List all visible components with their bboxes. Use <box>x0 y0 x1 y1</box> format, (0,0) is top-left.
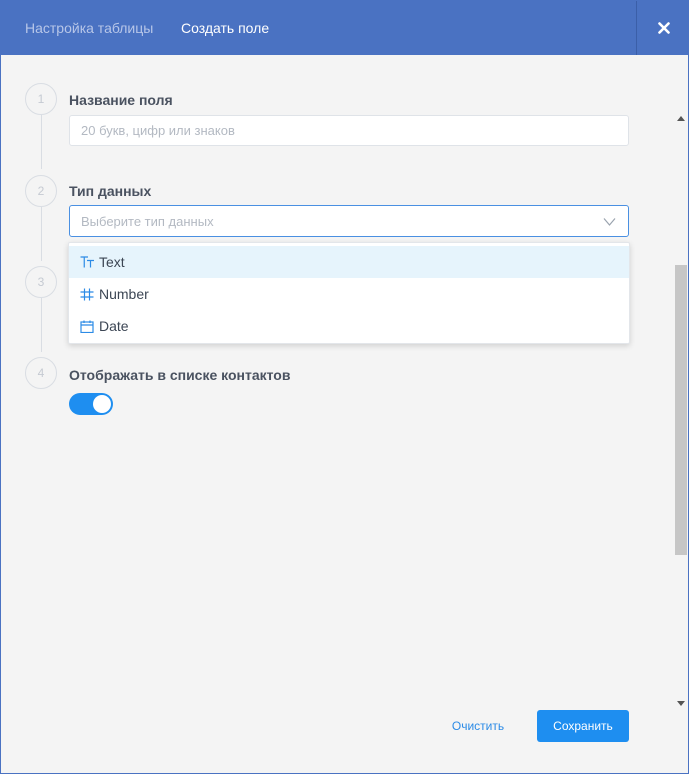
step-connector <box>41 207 42 261</box>
show-in-contacts-label: Отображать в списке контактов <box>69 367 291 383</box>
modal-dialog: Настройка таблицы Создать поле 1 Названи… <box>0 0 689 774</box>
triangle-down-icon <box>676 700 685 706</box>
data-type-dropdown: Text Number Date <box>68 242 630 344</box>
option-number-label: Number <box>99 286 149 302</box>
field-name-label: Название поля <box>69 92 173 108</box>
tab-table-settings[interactable]: Настройка таблицы <box>25 20 153 36</box>
save-button[interactable]: Сохранить <box>537 710 629 742</box>
hash-icon <box>79 286 95 302</box>
clear-button[interactable]: Очистить <box>441 710 515 742</box>
step-connector <box>41 298 42 352</box>
step-connector <box>41 115 42 169</box>
option-date-label: Date <box>99 318 129 334</box>
option-number[interactable]: Number <box>69 278 629 310</box>
option-text-label: Text <box>99 254 125 270</box>
toggle-knob <box>93 395 111 413</box>
scroll-up-button[interactable] <box>674 112 687 124</box>
show-in-contacts-toggle[interactable] <box>69 393 113 415</box>
chevron-down-icon <box>603 218 616 226</box>
triangle-up-icon <box>676 115 685 121</box>
data-type-select[interactable]: Выберите тип данных <box>69 205 629 237</box>
tab-create-field[interactable]: Создать поле <box>181 20 269 36</box>
field-name-input[interactable] <box>69 115 629 146</box>
step-number-3: 3 <box>25 266 57 298</box>
data-type-placeholder: Выберите тип данных <box>81 214 214 229</box>
option-date[interactable]: Date <box>69 310 629 342</box>
text-type-icon <box>79 254 95 270</box>
data-type-label: Тип данных <box>69 183 152 199</box>
step-number-2: 2 <box>25 175 57 207</box>
step-number-4: 4 <box>25 357 57 389</box>
scrollbar-thumb[interactable] <box>675 265 687 555</box>
step-number-1: 1 <box>25 83 57 115</box>
calendar-icon <box>79 318 95 334</box>
modal-header: Настройка таблицы Создать поле <box>1 1 689 55</box>
option-text[interactable]: Text <box>69 246 629 278</box>
close-button[interactable] <box>637 1 689 55</box>
scroll-down-button[interactable] <box>674 697 687 709</box>
close-icon <box>657 22 670 34</box>
